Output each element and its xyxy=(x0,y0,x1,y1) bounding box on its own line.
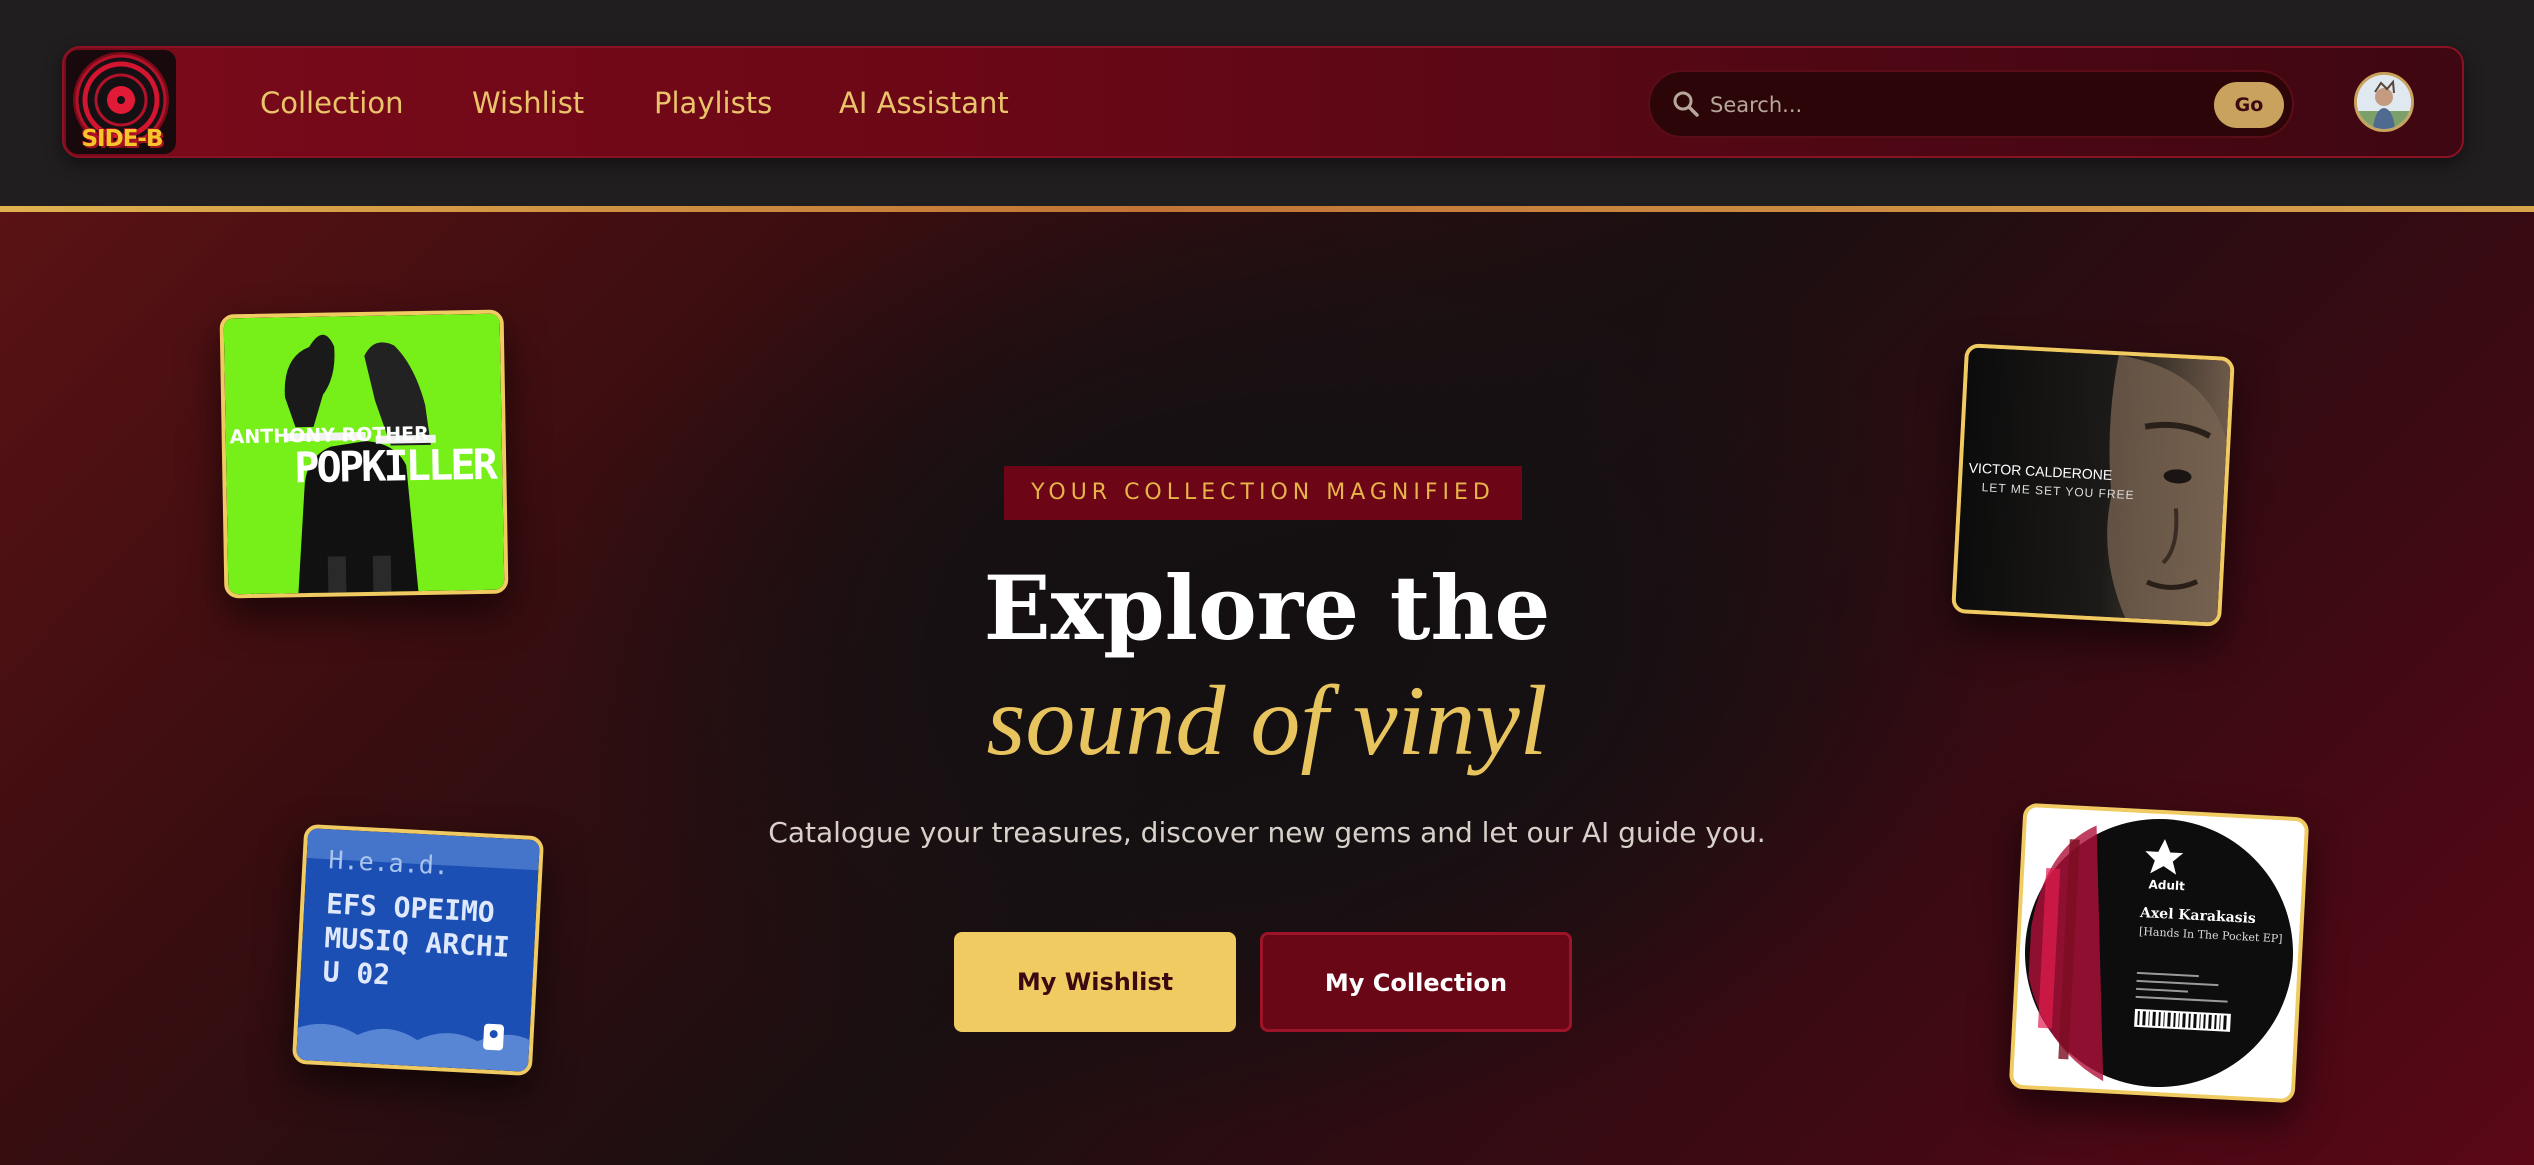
logo-text: SIDE-B xyxy=(81,126,163,152)
user-avatar[interactable] xyxy=(2354,72,2414,132)
hero-subtitle: Catalogue your treasures, discover new g… xyxy=(768,816,1766,849)
my-collection-button[interactable]: My Collection xyxy=(1260,932,1572,1032)
hero-section: ANTHONY ROTHER POPKILLER VICTOR CALDERON… xyxy=(0,212,2534,1165)
search-icon xyxy=(1673,91,1699,117)
hero-tagline: YOUR COLLECTION MAGNIFIED xyxy=(1004,466,1522,520)
album-cover-head[interactable]: H.e.a.d. EFS OPEIMO MUSIQ ARCHIU 02 xyxy=(291,823,545,1077)
nav-wishlist-link[interactable]: Wishlist xyxy=(472,86,584,120)
nav-ai-assistant-link[interactable]: AI Assistant xyxy=(839,86,1009,120)
avatar-icon xyxy=(2357,75,2411,129)
album-cover-axel-karakasis[interactable]: Adult Axel Karakasis [Hands In The Pocke… xyxy=(2008,802,2310,1104)
album-art xyxy=(2012,806,2306,1100)
hero-title-accent: sound of vinyl xyxy=(986,665,1548,776)
hero-title: Explore the xyxy=(983,556,1551,660)
album-title-label: POPKILLER xyxy=(293,439,496,493)
top-header: SIDE-B Collection Wishlist Playlists AI … xyxy=(0,0,2534,207)
nav-playlists-link[interactable]: Playlists xyxy=(654,86,772,120)
search-bar: Go xyxy=(1648,70,2294,138)
album-cover-popkiller[interactable]: ANTHONY ROTHER POPKILLER xyxy=(219,309,509,599)
search-input[interactable] xyxy=(1710,82,2200,128)
search-go-button[interactable]: Go xyxy=(2214,82,2284,128)
main-navbar: SIDE-B Collection Wishlist Playlists AI … xyxy=(62,46,2464,158)
side-b-logo[interactable]: SIDE-B xyxy=(66,50,176,154)
nav-collection-link[interactable]: Collection xyxy=(260,86,403,120)
my-wishlist-button[interactable]: My Wishlist xyxy=(954,932,1236,1032)
album-cover-victor-calderone[interactable]: VICTOR CALDERONE LET ME SET YOU FREE xyxy=(1951,343,2235,627)
album-title-label: EFS OPEIMO MUSIQ ARCHIU 02 xyxy=(321,887,511,992)
record-label-name: Adult xyxy=(2148,877,2186,894)
